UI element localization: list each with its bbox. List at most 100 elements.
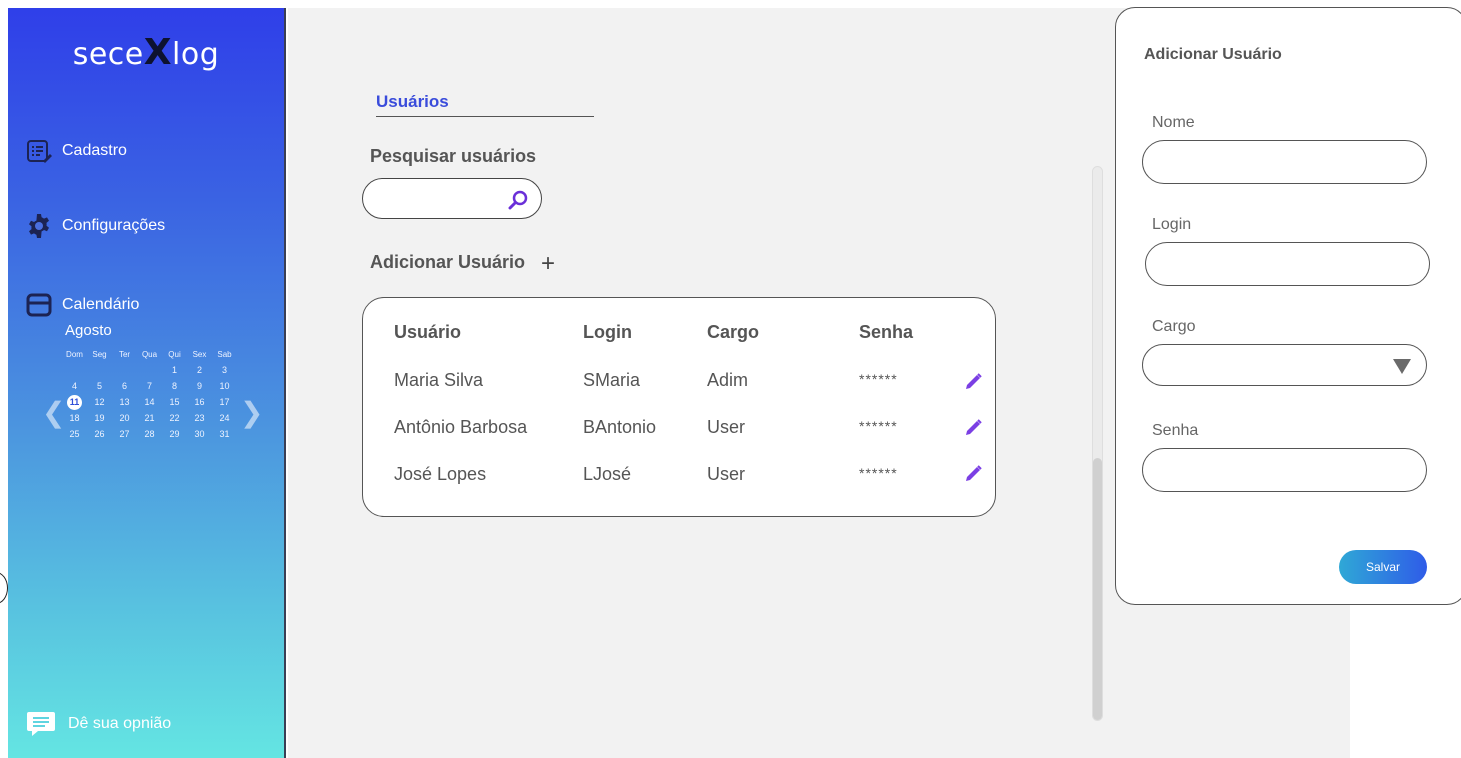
sidebar: seceXlog Cadastro Configurações Calendár… [8, 8, 286, 758]
add-user-button[interactable]: Adicionar Usuário + [370, 248, 555, 276]
calendar-day[interactable]: 7 [137, 380, 162, 393]
cell-usuario: José Lopes [394, 464, 487, 484]
panel-title: Adicionar Usuário [1144, 46, 1282, 63]
senha-input[interactable] [1143, 449, 1426, 491]
calendar-day-today[interactable]: 11 [62, 395, 87, 410]
nome-label: Nome [1152, 114, 1195, 131]
cell-senha: ****** [859, 371, 898, 387]
calendar-empty-cell [137, 364, 162, 377]
calendar-day[interactable]: 29 [162, 428, 187, 441]
calendar-day[interactable]: 14 [137, 396, 162, 409]
nome-input[interactable] [1143, 141, 1426, 183]
calendar-day[interactable]: 10 [212, 380, 237, 393]
calendar-day[interactable]: 19 [87, 412, 112, 425]
scrollbar-thumb[interactable] [1093, 458, 1102, 720]
pencil-icon[interactable] [963, 418, 983, 438]
calendar-day[interactable]: 23 [187, 412, 212, 425]
calendar-weekday: Qui [168, 350, 181, 359]
page-title: Usuários [376, 92, 594, 117]
column-header-usuario: Usuário [394, 322, 462, 342]
calendar-day[interactable]: 6 [112, 380, 137, 393]
cell-cargo: User [707, 417, 746, 437]
chat-bubble-icon [27, 712, 55, 736]
calendar-day[interactable]: 21 [137, 412, 162, 425]
calendar-day[interactable]: 3 [212, 364, 237, 377]
calendar-day[interactable]: 27 [112, 428, 137, 441]
users-table: Usuário Login Cargo Senha Maria Silva SM… [362, 297, 996, 517]
calendar-empty-cell [62, 364, 87, 377]
column-header-senha: Senha [859, 322, 914, 342]
calendar-weekday: Ter [118, 350, 131, 359]
calendar-day[interactable]: 5 [87, 380, 112, 393]
calendar-day[interactable]: 9 [187, 380, 212, 393]
search-box[interactable] [362, 178, 542, 219]
calendar-day[interactable]: 26 [87, 428, 112, 441]
search-label: Pesquisar usuários [370, 146, 537, 166]
save-button[interactable]: Salvar [1339, 550, 1427, 584]
edge-circle-handle [0, 572, 8, 604]
today-marker: 11 [67, 395, 82, 410]
calendar-day[interactable]: 20 [112, 412, 137, 425]
plus-icon[interactable]: + [541, 252, 555, 276]
pencil-icon[interactable] [963, 464, 983, 484]
calendar-weekday: Sab [217, 350, 232, 359]
cargo-label: Cargo [1152, 318, 1196, 335]
calendar-day[interactable]: 25 [62, 428, 87, 441]
triangle-down-icon[interactable] [1392, 357, 1412, 375]
nome-field[interactable] [1142, 140, 1427, 184]
cell-login: BAntonio [583, 417, 657, 437]
calendar-empty-cell [87, 364, 112, 377]
calendar-day[interactable]: 2 [187, 364, 212, 377]
calendar-grid: Dom Seg Ter Qua Qui Sex Sab 1 2 3 4 5 6 7 8 9 10 11 12 13 14… [62, 348, 237, 441]
calendar-next-button[interactable]: ❯ [240, 396, 263, 429]
calendar-weekday: Seg [92, 350, 107, 359]
pencil-icon[interactable] [963, 372, 983, 392]
calendar-day[interactable]: 22 [162, 412, 187, 425]
sidebar-item-cadastro[interactable]: Cadastro [26, 138, 127, 164]
sidebar-item-calendario[interactable]: Calendário [26, 292, 139, 318]
cell-cargo: Adim [707, 370, 749, 390]
calendar-weekday: Qua [141, 350, 158, 359]
cargo-select[interactable] [1142, 344, 1427, 386]
calendar-day[interactable]: 1 [162, 364, 187, 377]
calendar-day[interactable]: 12 [87, 396, 112, 409]
login-field[interactable] [1145, 242, 1430, 286]
calendar-day[interactable]: 8 [162, 380, 187, 393]
login-input[interactable] [1146, 243, 1429, 285]
form-edit-icon [27, 140, 52, 163]
calendar-day[interactable]: 4 [62, 380, 87, 393]
logo-suffix: log [172, 37, 220, 72]
cell-login: LJosé [583, 464, 632, 484]
calendar-day[interactable]: 24 [212, 412, 237, 425]
sidebar-item-label: Calendário [62, 296, 140, 313]
calendar-day[interactable]: 13 [112, 396, 137, 409]
search-icon[interactable] [507, 189, 529, 211]
calendar-day[interactable]: 15 [162, 396, 187, 409]
calendar-day[interactable]: 28 [137, 428, 162, 441]
calendar-day[interactable]: 18 [62, 412, 87, 425]
gear-icon [29, 214, 49, 238]
feedback-button[interactable]: Dê sua opnião [26, 710, 171, 738]
calendar-weekday: Dom [66, 350, 83, 359]
sidebar-item-configuracoes[interactable]: Configurações [26, 213, 165, 239]
cell-senha: ****** [859, 465, 898, 481]
mini-calendar: Dom Seg Ter Qua Qui Sex Sab 1 2 3 4 5 6 7 8 9 10 11 12 13 14… [62, 348, 237, 441]
search-input[interactable] [377, 188, 497, 210]
cell-senha: ****** [859, 418, 898, 434]
app-logo[interactable]: seceXlog [8, 32, 284, 73]
calendar-day[interactable]: 16 [187, 396, 212, 409]
add-user-label: Adicionar Usuário [370, 251, 526, 272]
cell-usuario: Maria Silva [394, 370, 484, 390]
calendar-day[interactable]: 31 [212, 428, 237, 441]
sidebar-item-label: Configurações [62, 217, 166, 234]
calendar-day[interactable]: 30 [187, 428, 212, 441]
sidebar-item-label: Cadastro [62, 142, 127, 159]
add-user-panel: Adicionar Usuário Nome Login Cargo Senha… [1115, 7, 1461, 605]
calendar-day[interactable]: 17 [212, 396, 237, 409]
cell-usuario: Antônio Barbosa [394, 417, 528, 437]
calendar-empty-cell [112, 364, 137, 377]
login-label: Login [1152, 216, 1192, 233]
logo-prefix: sece [72, 37, 144, 72]
senha-label: Senha [1152, 422, 1199, 439]
senha-field[interactable] [1142, 448, 1427, 492]
